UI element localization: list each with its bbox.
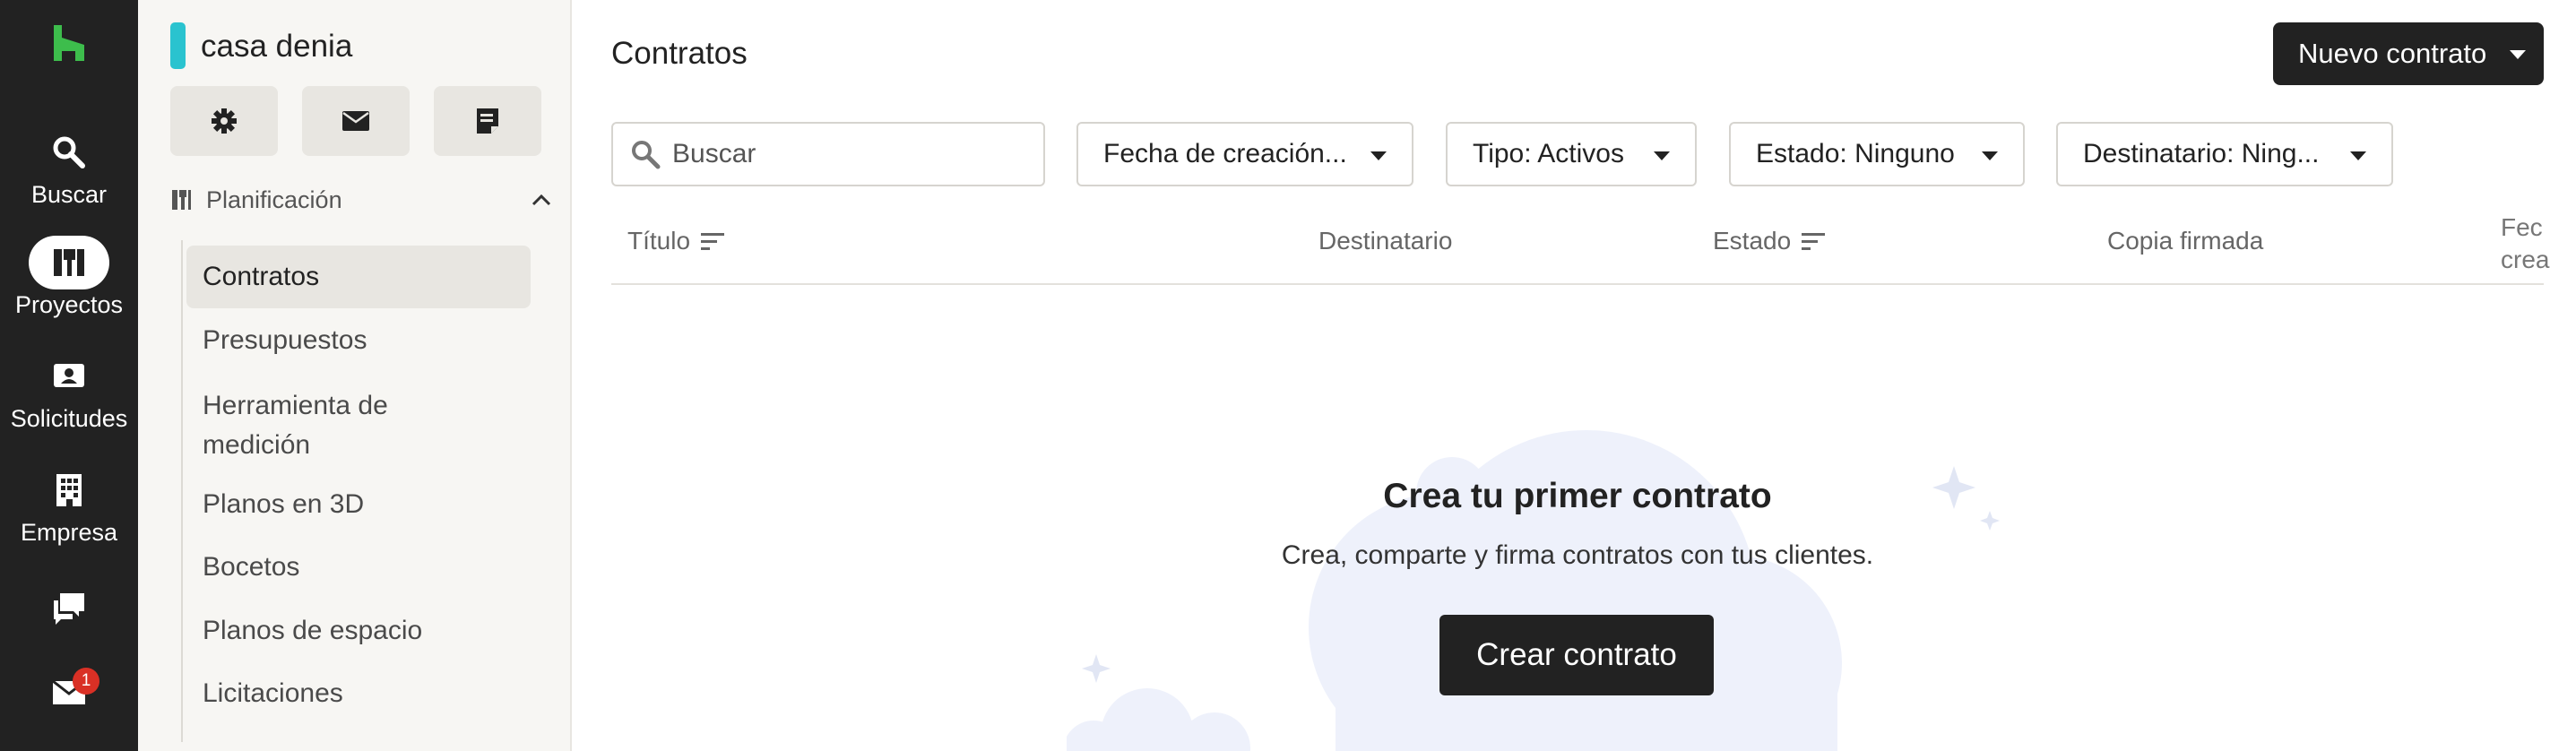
nav-label: Licitaciones <box>203 678 343 708</box>
caret-down-icon <box>1654 151 1670 160</box>
rail-item-empresa[interactable]: Empresa <box>0 463 138 547</box>
empty-state-title: Crea tu primer contrato <box>1383 477 1772 515</box>
planning-icon <box>172 190 191 210</box>
rail-item-chat[interactable] <box>0 581 138 634</box>
page-title: Contratos <box>611 36 748 71</box>
chat-icon <box>29 581 109 634</box>
caret-down-icon <box>1982 151 1998 160</box>
rail-item-solicitudes[interactable]: Solicitudes <box>0 350 138 433</box>
search-box[interactable] <box>611 122 1045 186</box>
table-header-divider <box>611 283 2544 285</box>
app-rail: Buscar Proyectos Solicitudes Empresa 1 <box>0 0 138 751</box>
rail-label: Empresa <box>20 519 118 546</box>
section-planificacion[interactable]: Planificación <box>170 182 556 218</box>
column-label: Estado <box>1713 227 1792 255</box>
create-contract-button[interactable]: Crear contrato <box>1439 615 1714 695</box>
column-header-copia-firmada: Copia firmada <box>2107 227 2263 255</box>
project-color-marker <box>170 22 186 69</box>
projects-icon <box>29 236 109 289</box>
notification-badge: 1 <box>73 668 99 695</box>
column-label: Destinatario <box>1318 227 1453 255</box>
filter-estado[interactable]: Estado: Ninguno <box>1729 122 2025 186</box>
project-name[interactable]: casa denia <box>201 29 352 65</box>
messages-button[interactable] <box>302 86 410 156</box>
nav-divider <box>181 240 183 742</box>
nav-item-contratos[interactable]: Contratos <box>186 246 531 308</box>
caret-down-icon <box>2510 50 2526 59</box>
empty-state-cloud-illustration <box>1067 430 2000 751</box>
column-label: Copia firmada <box>2107 227 2264 255</box>
column-header-titulo[interactable]: Título <box>627 227 725 255</box>
settings-button[interactable] <box>170 86 278 156</box>
rail-item-proyectos[interactable]: Proyectos <box>0 236 138 319</box>
nav-item-presupuestos[interactable]: Presupuestos <box>186 309 531 372</box>
search-icon <box>29 125 109 179</box>
filter-tipo[interactable]: Tipo: Activos <box>1446 122 1697 186</box>
new-contract-button[interactable]: Nuevo contrato <box>2273 22 2544 85</box>
search-icon <box>632 141 661 169</box>
caret-down-icon <box>1370 151 1387 160</box>
nav-label: Contratos <box>203 262 320 291</box>
nav-label: Bocetos <box>203 552 300 582</box>
filter-label: Fecha de creación... <box>1103 139 1347 168</box>
requests-icon <box>29 350 109 403</box>
gear-icon <box>212 108 237 134</box>
nav-item-herramienta-de-medicion[interactable]: Herramienta de medición <box>186 381 419 470</box>
new-contract-label: Nuevo contrato <box>2298 38 2487 69</box>
filter-label: Destinatario: Ning... <box>2083 139 2320 168</box>
column-label: Título <box>627 227 691 255</box>
rail-label: Buscar <box>30 181 108 208</box>
rail-item-inbox[interactable] <box>0 665 138 719</box>
filter-label: Tipo: Activos <box>1473 139 1624 168</box>
column-header-fecha-creacion[interactable]: Fec crea <box>2501 211 2576 276</box>
nav-item-bocetos[interactable]: Bocetos <box>186 536 531 599</box>
filter-destinatario[interactable]: Destinatario: Ning... <box>2056 122 2393 186</box>
empty-state-subtitle: Crea, comparte y firma contratos con tus… <box>1281 540 1874 570</box>
nav-item-planos-de-espacio[interactable]: Planos de espacio <box>186 600 531 662</box>
nav-label: Presupuestos <box>203 325 367 355</box>
nav-item-licitaciones[interactable]: Licitaciones <box>186 662 531 725</box>
nav-label: Planos de espacio <box>203 616 423 645</box>
rail-item-buscar[interactable]: Buscar <box>0 125 138 209</box>
building-icon <box>29 463 109 517</box>
rail-label: Proyectos <box>14 291 124 318</box>
section-label: Planificación <box>206 186 342 213</box>
envelope-icon <box>342 111 369 131</box>
filter-fecha-creacion[interactable]: Fecha de creación... <box>1076 122 1413 186</box>
create-contract-label: Crear contrato <box>1476 637 1677 672</box>
filter-label: Estado: Ninguno <box>1756 139 1955 168</box>
rail-label: Solicitudes <box>10 405 128 432</box>
notes-button[interactable] <box>434 86 541 156</box>
caret-down-icon <box>2350 151 2366 160</box>
sort-icon <box>1802 233 1826 250</box>
nav-label: Planos en 3D <box>203 489 365 519</box>
document-icon <box>477 108 498 134</box>
column-header-destinatario: Destinatario <box>1318 227 1452 255</box>
project-sidebar: casa denia Planificación Contratos Presu… <box>138 0 572 751</box>
column-header-estado[interactable]: Estado <box>1713 227 1826 255</box>
sort-icon <box>701 233 725 250</box>
houzz-logo-icon[interactable] <box>52 25 86 61</box>
chevron-up-icon[interactable] <box>529 187 554 212</box>
nav-item-planos-3d[interactable]: Planos en 3D <box>186 473 531 536</box>
nav-label: Herramienta de medición <box>203 391 388 460</box>
search-input[interactable] <box>672 139 1031 169</box>
